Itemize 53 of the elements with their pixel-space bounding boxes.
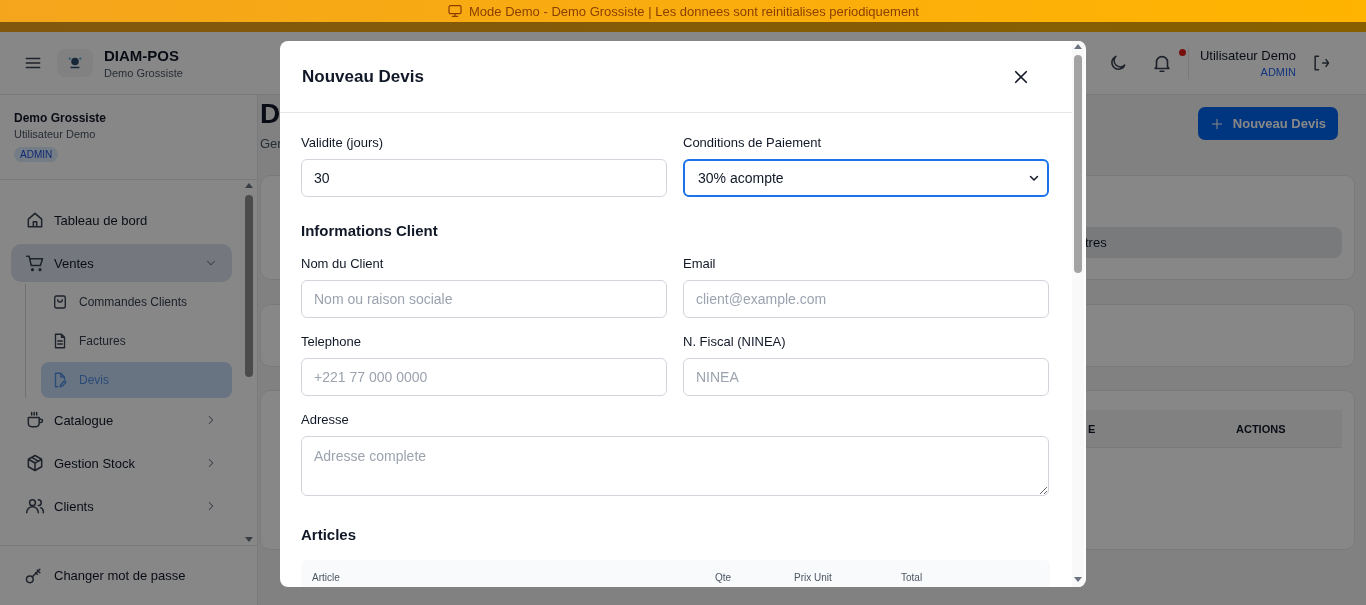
column-header: Article bbox=[312, 572, 341, 583]
column-header: Prix Unit bbox=[794, 572, 833, 583]
new-quote-button[interactable]: Nouveau Devis bbox=[1197, 107, 1338, 140]
modal-title: Nouveau Devis bbox=[302, 66, 424, 87]
cup-icon bbox=[25, 410, 45, 430]
nav-subitem[interactable]: Factures bbox=[41, 323, 232, 359]
input-field[interactable]: Nom ou raison sociale bbox=[301, 280, 667, 318]
user-name: Utilisateur Demo bbox=[1199, 48, 1296, 63]
input-field[interactable]: 30 bbox=[301, 159, 667, 197]
monitor-icon bbox=[447, 3, 464, 19]
cart-icon bbox=[25, 253, 45, 273]
text-area[interactable]: Adresse complete bbox=[301, 436, 1049, 496]
users-icon bbox=[25, 496, 45, 516]
field-label: Validite (jours) bbox=[301, 135, 385, 151]
user-role: ADMIN bbox=[1259, 66, 1296, 78]
section-heading: Informations Client bbox=[301, 222, 439, 239]
page-subtitle: Ger bbox=[260, 136, 282, 151]
company-name: Demo Grossiste bbox=[14, 111, 108, 125]
nav-item[interactable]: Gestion Stock bbox=[11, 444, 232, 482]
field-label: N. Fiscal (NINEA) bbox=[683, 334, 787, 350]
section-heading: Articles bbox=[301, 526, 358, 543]
column-header: E bbox=[1087, 422, 1097, 435]
user-name: Utilisateur Demo bbox=[14, 128, 97, 140]
role-badge: ADMIN bbox=[14, 147, 59, 162]
scrollbar[interactable] bbox=[1072, 41, 1084, 587]
field-label: Nom du Client bbox=[301, 256, 385, 272]
field-label: Conditions de Paiement bbox=[683, 135, 823, 151]
nav-subitem[interactable]: Commandes Clients bbox=[41, 284, 232, 320]
logout-icon[interactable] bbox=[1311, 53, 1331, 73]
payment-terms-select[interactable]: 30% acompte bbox=[683, 159, 1049, 197]
field-label: Adresse bbox=[301, 412, 350, 428]
change-password-link[interactable]: Changer mot de passe bbox=[0, 545, 257, 605]
column-header: Total bbox=[901, 572, 923, 583]
nav-item[interactable]: Ventes bbox=[11, 244, 232, 282]
app-name: DIAM-POS bbox=[104, 47, 180, 64]
company-name: Demo Grossiste bbox=[104, 67, 183, 79]
input-field[interactable]: NINEA bbox=[683, 358, 1049, 396]
nav-item[interactable]: Clients bbox=[11, 487, 232, 525]
box-icon bbox=[25, 453, 45, 473]
column-header: ACTIONS bbox=[1236, 422, 1286, 435]
banner-text: Mode Demo - Demo Grossiste | Les donnees sont reinitialises periodiquement bbox=[469, 3, 919, 19]
input-field[interactable]: client@example.com bbox=[683, 280, 1049, 318]
column-header: Qte bbox=[715, 572, 733, 583]
page-title: D bbox=[260, 98, 282, 130]
input-field[interactable]: +221 77 000 0000 bbox=[301, 358, 667, 396]
field-label: Telephone bbox=[301, 334, 362, 350]
nav-item[interactable]: Tableau de bord bbox=[11, 201, 232, 239]
field-label: Email bbox=[683, 256, 717, 272]
bag-icon bbox=[51, 293, 69, 311]
plus-icon bbox=[1209, 116, 1224, 131]
nav-item[interactable]: Catalogue bbox=[11, 401, 232, 439]
home-icon bbox=[25, 210, 45, 230]
logo bbox=[57, 49, 93, 77]
